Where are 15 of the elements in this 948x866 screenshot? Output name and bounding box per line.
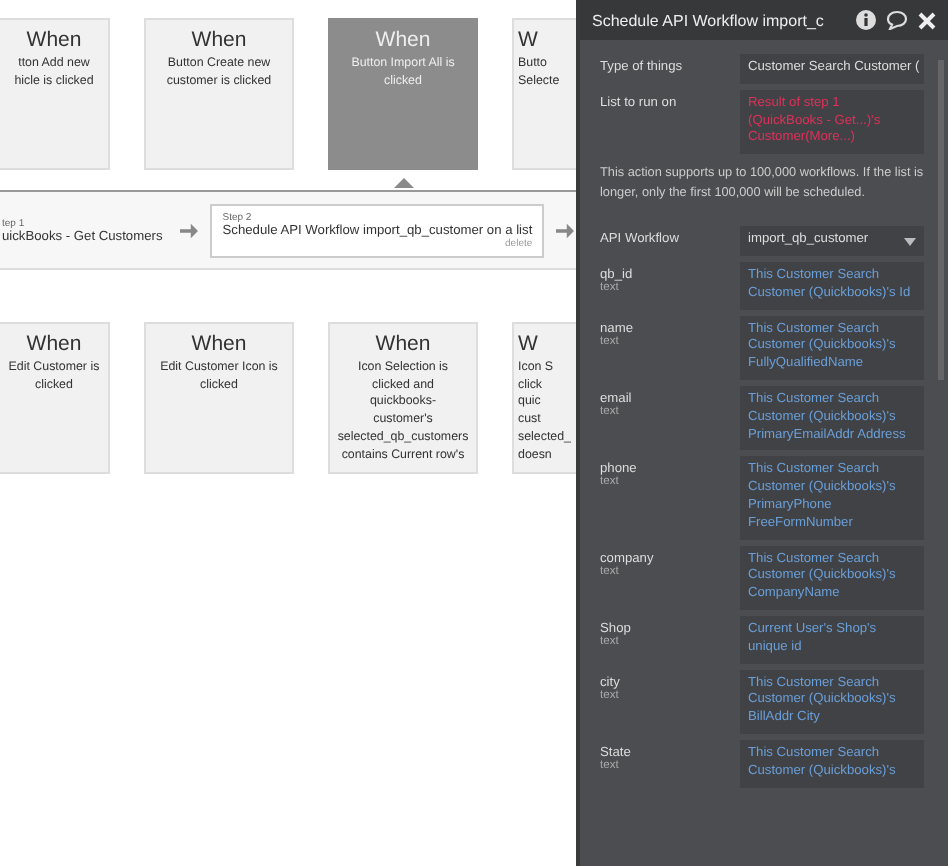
arrow-icon [180,221,199,239]
card-heading: W [518,332,540,356]
arrow-icon [556,221,575,239]
comment-icon[interactable] [886,10,908,30]
card-heading: When [24,28,84,52]
card-heading: When [189,28,249,52]
close-icon[interactable] [918,11,936,29]
card-heading: When [373,28,433,52]
card-heading: When [373,332,433,356]
card-heading: When [189,332,249,356]
card-heading: W [518,28,540,52]
info-icon[interactable] [856,10,876,30]
card-heading: When [24,332,84,356]
panel-title: Schedule API Workflow import_c [592,11,826,29]
caret-icon [904,237,916,246]
